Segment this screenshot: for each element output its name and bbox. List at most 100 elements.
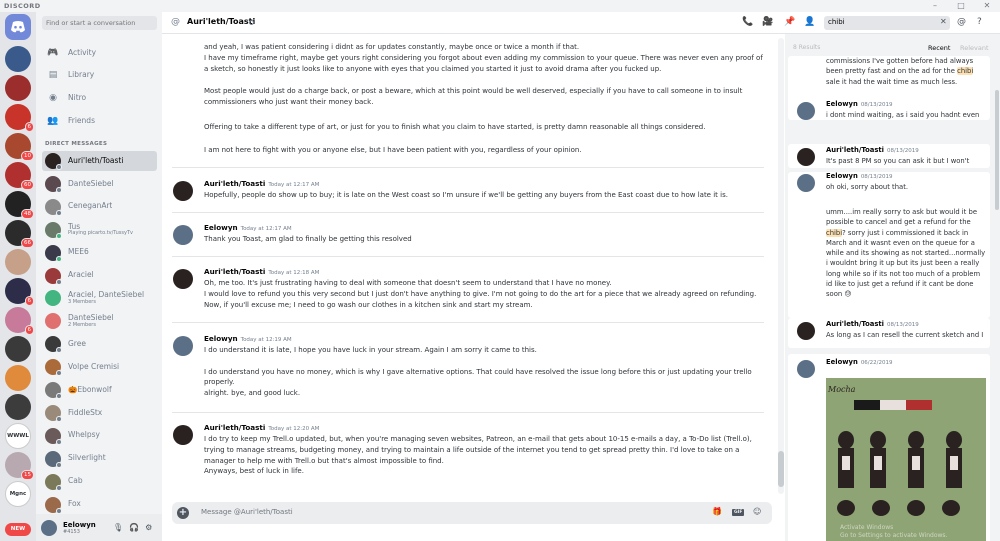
dm-item[interactable]: Tus Playing picarto.tv/TussyTv (42, 220, 157, 240)
search-result-card[interactable]: commissions I've gotten before had alway… (788, 56, 990, 120)
gif-button[interactable]: GIF (732, 509, 745, 516)
dm-avatar (45, 267, 62, 285)
video-call-icon[interactable]: 🎥 (762, 17, 773, 27)
minimize-button[interactable]: – (922, 0, 948, 12)
server-icon[interactable]: 6 (5, 104, 34, 132)
dm-item[interactable]: Araciel (42, 266, 157, 286)
server-icon[interactable] (5, 75, 31, 101)
home-button[interactable] (5, 14, 31, 40)
gift-icon[interactable]: 🎁 (712, 507, 722, 516)
message-author[interactable]: Auri'leth/Toasti (204, 267, 265, 276)
result-text-part: umm....im really sorry to ask but would … (826, 208, 977, 227)
attached-image[interactable]: Mocha (826, 378, 986, 541)
nav-friends[interactable]: 👥 Friends (42, 112, 157, 129)
message-avatar[interactable] (173, 425, 193, 445)
maximize-button[interactable]: □ (948, 0, 974, 12)
server-avatar (5, 336, 31, 362)
add-friend-icon[interactable]: 👤 (804, 17, 815, 27)
close-window-button[interactable]: ✕ (974, 0, 1000, 12)
server-icon[interactable]: 6 (5, 278, 34, 306)
dm-item[interactable]: MEE6 (42, 243, 157, 263)
message-avatar[interactable] (173, 336, 193, 356)
message-avatar[interactable] (173, 225, 193, 245)
user-avatar[interactable] (41, 519, 57, 536)
dm-item[interactable]: Whelpsy (42, 426, 157, 446)
message-text: I do understand it is late, I hope you h… (204, 345, 764, 399)
dm-avatar (45, 290, 61, 307)
dm-item[interactable]: Gree (42, 334, 157, 354)
emoji-icon[interactable]: ☺ (753, 507, 761, 516)
nav-activity[interactable]: 🎮 Activity (42, 44, 157, 61)
dm-name: Whelpsy (68, 431, 100, 440)
nav-library[interactable]: ▤ Library (42, 66, 157, 83)
dm-item[interactable]: DanteSiebel (42, 174, 157, 194)
tab-recent[interactable]: Recent (928, 44, 950, 52)
help-icon[interactable]: ? (977, 17, 982, 27)
server-icon[interactable]: 66 (5, 220, 34, 248)
dm-item[interactable]: CeneganArt (42, 197, 157, 217)
dm-avatar (45, 427, 62, 445)
dm-item[interactable]: Cab (42, 472, 157, 492)
nav-nitro[interactable]: ◉ Nitro (42, 89, 157, 106)
server-icon[interactable]: 10 (5, 133, 34, 161)
server-icon[interactable]: Mgnc (5, 481, 31, 507)
headphones-icon[interactable]: 🎧 (129, 523, 139, 532)
message-text: Thank you Toast, am glad to finally be g… (204, 234, 764, 245)
mic-icon[interactable]: 🎙 (113, 523, 123, 532)
message-avatar[interactable] (173, 181, 193, 201)
clear-search-icon[interactable]: ✕ (940, 17, 947, 26)
server-icon[interactable] (5, 249, 31, 275)
message-author[interactable]: Auri'leth/Toasti (204, 423, 265, 432)
search-result-card[interactable]: Eelowyn 08/13/2019 oh oki, sorry about th… (788, 172, 990, 318)
server-icon[interactable]: 60 (5, 162, 34, 190)
message-timestamp: Today at 12:17 AM (268, 182, 320, 188)
dm-item[interactable]: 🎃Ebonwolf (42, 380, 157, 400)
server-icon[interactable]: 15 (5, 452, 34, 480)
message-composer[interactable]: + Message @Auri'leth/Toasti 🎁 GIF ☺ (172, 502, 772, 524)
dm-item[interactable]: FiddleStx (42, 403, 157, 423)
message-author[interactable]: Eelowyn (204, 223, 238, 232)
chat-scrollbar[interactable] (778, 38, 784, 494)
mention-badge: 6 (24, 296, 34, 306)
message-avatar[interactable] (173, 269, 193, 289)
dm-item[interactable]: Auri'leth/Toasti (42, 151, 157, 171)
new-unreads-badge[interactable]: NEW (5, 523, 31, 536)
dm-item[interactable]: Volpe Cremisi (42, 357, 157, 377)
status-dot (56, 255, 62, 262)
upload-plus-icon[interactable]: + (177, 507, 189, 519)
message-line: Thank you Toast, am glad to finally be g… (204, 235, 412, 243)
server-icon[interactable]: 6 (5, 307, 34, 335)
result-date: 08/13/2019 (887, 322, 919, 328)
dm-item[interactable]: Araciel, DanteSiebel 3 Members (42, 288, 157, 308)
pin-icon[interactable]: 📌 (784, 17, 795, 27)
character-reference-sheet-image: Mocha (826, 378, 986, 541)
tab-relevant[interactable]: Relevant (960, 44, 989, 52)
find-conversation-input[interactable] (42, 16, 157, 30)
dm-item[interactable]: Silverlight (42, 449, 157, 469)
dm-item[interactable]: DanteSiebel 2 Members (42, 311, 157, 331)
server-icon[interactable] (5, 394, 31, 420)
dm-avatar (45, 359, 62, 377)
results-scrollbar[interactable] (995, 90, 999, 210)
search-result-card[interactable]: Eelowyn 06/22/2019 Mocha Activate Windows (788, 354, 990, 541)
server-icon[interactable]: 48 (5, 191, 34, 219)
dm-item[interactable]: Fox (42, 495, 157, 515)
search-result-card[interactable]: Auri'leth/Toasti 08/13/2019 As long as I … (788, 318, 990, 348)
search-input[interactable]: chibi (824, 16, 950, 30)
message-input[interactable]: Message @Auri'leth/Toasti (201, 508, 293, 516)
result-text: commissions I've gotten before had alway… (826, 56, 986, 87)
scrollbar-thumb[interactable] (778, 451, 784, 487)
server-icon[interactable] (5, 365, 31, 391)
user-tag: #4153 (63, 528, 80, 535)
message-author[interactable]: Auri'leth/Toasti (204, 179, 265, 188)
server-icon[interactable] (5, 46, 31, 72)
mention-icon[interactable]: @ (957, 17, 966, 27)
server-icon[interactable] (5, 336, 31, 362)
call-icon[interactable]: 📞 (742, 17, 753, 27)
server-icon[interactable]: WWWL (5, 423, 31, 449)
settings-gear-icon[interactable]: ⚙ (145, 523, 152, 532)
message-author[interactable]: Eelowyn (204, 334, 238, 343)
search-result-card[interactable]: Auri'leth/Toasti 08/13/2019 It's past 8 P… (788, 144, 990, 168)
dm-name: Araciel (68, 271, 94, 280)
